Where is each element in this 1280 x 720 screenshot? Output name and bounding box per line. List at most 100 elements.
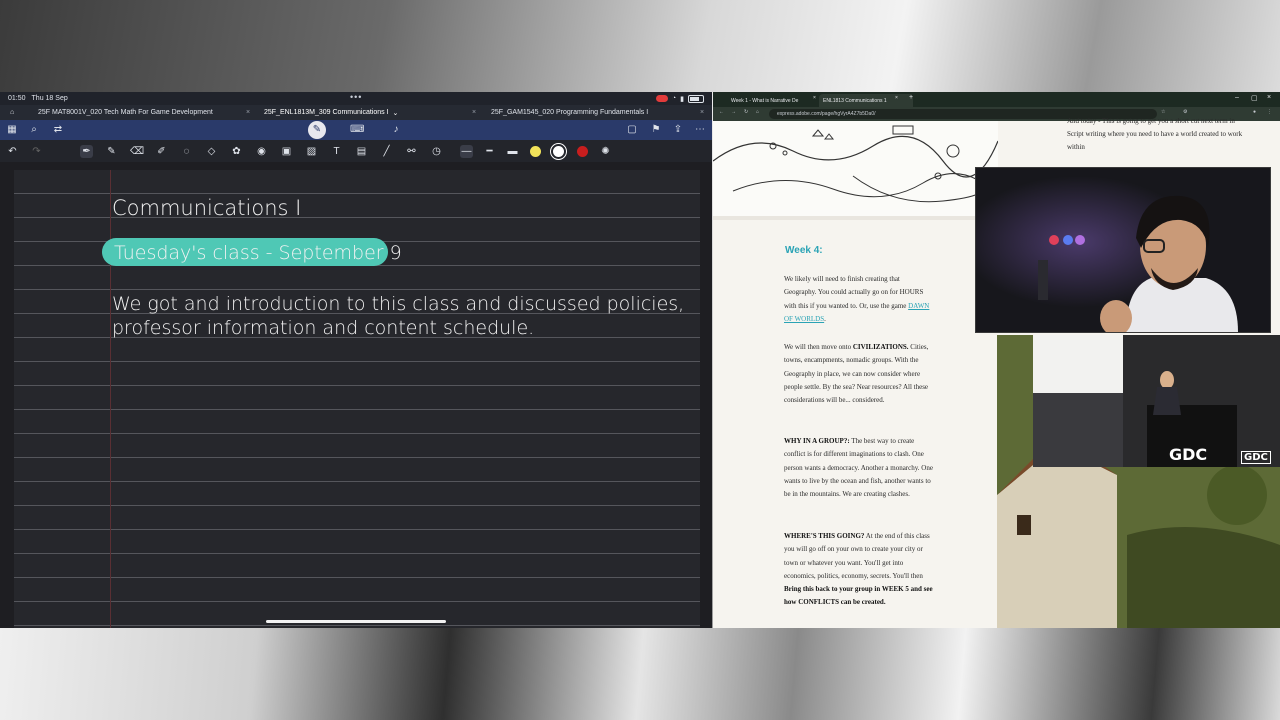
yellow-swatch[interactable] xyxy=(530,146,541,157)
add-page-icon[interactable]: ▢ xyxy=(626,124,638,136)
url-text: express.adobe.com/page/hgVyrA4Z7b5Da0/ xyxy=(777,111,876,117)
p3-bold: WHY IN A GROUP?: xyxy=(784,437,850,445)
image-icon[interactable]: ▨ xyxy=(305,145,318,158)
pencil-tool-icon[interactable]: ✎ xyxy=(105,145,118,158)
white-swatch[interactable] xyxy=(553,146,564,157)
thick-stroke-icon[interactable]: ▬ xyxy=(506,145,519,158)
menu-icon[interactable]: ⋮ xyxy=(1267,109,1272,115)
home-icon[interactable]: ⌂ xyxy=(756,109,759,115)
search-icon[interactable]: ⌕ xyxy=(28,124,40,136)
new-tab-icon[interactable]: + xyxy=(909,94,913,101)
close-tab-icon[interactable]: × xyxy=(813,95,816,101)
right-column-text: And today - This is going to get you a s… xyxy=(1067,117,1243,151)
paragraph-civilizations: We will then move onto CIVILIZATIONS. Ci… xyxy=(784,341,934,407)
close-tab-icon[interactable]: × xyxy=(472,105,476,120)
gdc-watermark: GDC xyxy=(1241,451,1271,464)
link-icon[interactable]: ⚯ xyxy=(405,145,418,158)
recording-indicator-icon xyxy=(655,95,668,102)
close-tab-icon[interactable]: × xyxy=(895,95,898,101)
medium-stroke-icon[interactable]: ━ xyxy=(483,145,496,158)
notes-app-window: 01:50 Thu 18 Sep ••• ◔ ▮ ⌂ 25F MAT8001V_… xyxy=(0,92,712,628)
red-swatch[interactable] xyxy=(577,146,588,157)
bookmark-icon[interactable]: ⚑ xyxy=(650,124,662,136)
close-tab-icon[interactable]: × xyxy=(246,105,250,120)
wallpaper-bottom xyxy=(0,628,1280,720)
reload-icon[interactable]: ↻ xyxy=(744,109,748,115)
lasso-icon[interactable]: ◌ xyxy=(180,145,193,158)
p1-text: We likely will need to finish creating t… xyxy=(784,275,924,310)
status-bar: 01:50 Thu 18 Sep ••• ◔ ▮ xyxy=(0,92,712,105)
gdc-logo: GDC xyxy=(1169,445,1208,464)
home-indicator[interactable] xyxy=(266,620,446,623)
multitask-dots-icon[interactable]: ••• xyxy=(350,92,362,102)
profile-icon[interactable]: ● xyxy=(1253,109,1256,115)
p1-end: . xyxy=(824,314,826,323)
divider xyxy=(713,216,998,220)
maximize-icon[interactable]: ▢ xyxy=(1251,94,1258,102)
elements-icon[interactable]: ✿ xyxy=(230,145,243,158)
back-icon[interactable]: ← xyxy=(719,109,724,115)
thin-stroke-icon[interactable]: — xyxy=(460,145,473,158)
p4-bold: WHERE'S THIS GOING? xyxy=(784,532,865,540)
tab-programming[interactable]: 25F_GAM1545_020 Programming Fundamentals… xyxy=(491,105,648,120)
minimize-icon[interactable]: – xyxy=(1235,94,1239,101)
more-icon[interactable]: ⋯ xyxy=(694,124,706,136)
redo-icon[interactable]: ↷ xyxy=(30,145,43,158)
paragraph-geography: We likely will need to finish creating t… xyxy=(784,273,934,326)
highlighter-icon[interactable]: ✐ xyxy=(155,145,168,158)
note-line-1: We got and introduction to this class an… xyxy=(112,293,685,315)
color-picker-icon[interactable]: ✺ xyxy=(599,145,612,158)
browser-tab-strip: Week 1 - What is Narrative De × ENL1813 … xyxy=(713,92,1280,107)
laser-pointer-icon[interactable]: ╱ xyxy=(380,145,393,158)
text-box-icon[interactable]: T xyxy=(330,145,343,158)
share-link-icon[interactable]: ⇄ xyxy=(52,124,64,136)
browser-tab-enl[interactable]: ENL1813 Communications 1 xyxy=(819,94,913,107)
close-tab-icon[interactable]: × xyxy=(700,105,704,120)
forward-icon[interactable]: → xyxy=(731,109,736,115)
signal-icon: ▮ xyxy=(680,95,684,103)
paragraph-going: WHERE'S THIS GOING? At the end of this c… xyxy=(784,530,934,610)
tab-communications[interactable]: 25F_ENL1813M_309 Communications I ⌄ xyxy=(264,105,398,120)
microphone-icon[interactable]: ♪ xyxy=(390,124,402,136)
tab-label: 25F MAT8001V_020 Tech Math For Game Deve… xyxy=(38,109,213,116)
tab-label: 25F_ENL1813M_309 Communications I xyxy=(264,109,389,116)
battery-icon xyxy=(688,94,704,103)
close-window-icon[interactable]: × xyxy=(1267,94,1271,101)
gallery-icon[interactable]: ▤ xyxy=(355,145,368,158)
paragraph-group: WHY IN A GROUP?: The best way to create … xyxy=(784,435,934,501)
main-toolbar: ▦ ⌕ ⇄ ✎ ⌨ ♪ ▢ ⚑ ⇪ ⋯ xyxy=(0,120,712,140)
webcam-overlay xyxy=(975,167,1271,333)
status-date: Thu 18 Sep xyxy=(31,95,68,102)
tab-label: 25F_GAM1545_020 Programming Fundamentals… xyxy=(491,109,649,116)
eraser-icon[interactable]: ⌫ xyxy=(130,145,144,158)
p2-text-b: Cities, towns, encampments, nomadic grou… xyxy=(784,343,929,405)
chevron-down-icon[interactable]: ⌄ xyxy=(393,109,399,117)
note-title: Communications I xyxy=(112,196,302,220)
p2-text-a: We will then move onto xyxy=(784,343,852,351)
home-icon[interactable]: ⌂ xyxy=(10,105,14,120)
browser-tab-week1[interactable]: Week 1 - What is Narrative De xyxy=(727,94,823,107)
tab-label: Week 1 - What is Narrative De xyxy=(731,97,799,104)
keyboard-icon[interactable]: ⌨ xyxy=(350,124,364,136)
p2-bold: CIVILIZATIONS. xyxy=(852,343,909,351)
wifi-icon: ◔ xyxy=(671,95,677,102)
eye-icon[interactable]: ◉ xyxy=(255,145,268,158)
map-illustration xyxy=(713,121,998,216)
tool-palette: ↶ ↷ ✒ ✎ ⌫ ✐ ◌ ◇ ✿ ◉ ▣ ▨ T ▤ ╱ ⚯ ◷ — ━ ▬ … xyxy=(0,140,712,162)
pen-mode-button[interactable]: ✎ xyxy=(308,121,326,139)
p4-bold-2: Bring this back to your group in WEEK 5 … xyxy=(784,585,933,607)
clock-icon[interactable]: ◷ xyxy=(430,145,443,158)
document-tabs: ⌂ 25F MAT8001V_020 Tech Math For Game De… xyxy=(0,105,712,120)
note-line-2: professor information and content schedu… xyxy=(112,317,535,339)
pen-tool-icon[interactable]: ✒ xyxy=(80,145,93,158)
undo-icon[interactable]: ↶ xyxy=(6,145,19,158)
tab-math[interactable]: 25F MAT8001V_020 Tech Math For Game Deve… xyxy=(38,105,213,120)
grid-icon[interactable]: ▦ xyxy=(6,124,18,136)
note-heading: Tuesday's class - September 9 xyxy=(114,242,402,264)
p3-text: The best way to create conflict is for d… xyxy=(784,437,933,499)
week-heading: Week 4: xyxy=(785,245,823,256)
wallpaper-top xyxy=(0,0,1280,92)
shapes-icon[interactable]: ◇ xyxy=(205,145,218,158)
sticker-icon[interactable]: ▣ xyxy=(280,145,293,158)
share-icon[interactable]: ⇪ xyxy=(672,124,684,136)
